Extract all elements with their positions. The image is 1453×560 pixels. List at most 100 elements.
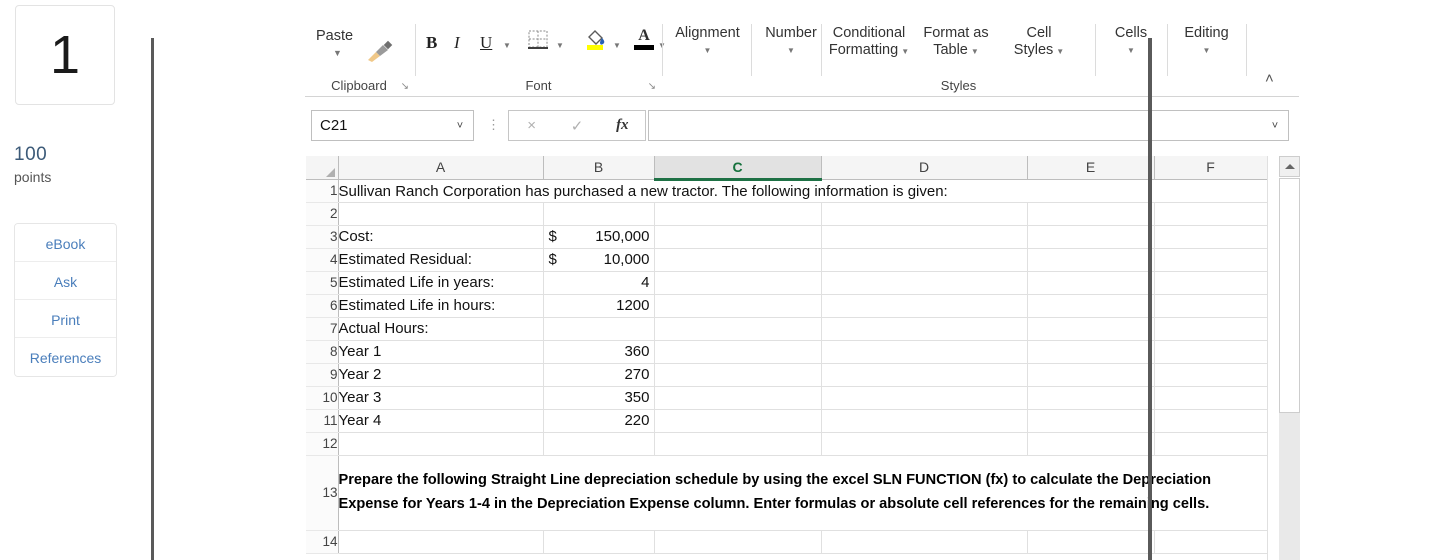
cell-c10[interactable] [654,386,822,410]
formula-bar[interactable]: ˅ [648,110,1289,141]
cell-a12[interactable] [338,432,544,456]
cell-f7[interactable] [1154,317,1268,341]
cell-a3[interactable]: Cost: [338,225,544,249]
cell-f4[interactable] [1154,248,1268,272]
row-header-5[interactable]: 5 [306,271,339,295]
cell-d14[interactable] [821,530,1028,554]
column-header-c[interactable]: C [654,156,822,181]
cell-e14[interactable] [1027,530,1155,554]
column-header-a[interactable]: A [338,156,544,180]
cell-d7[interactable] [821,317,1028,341]
cell-f8[interactable] [1154,340,1268,364]
ask-button[interactable]: Ask [15,262,116,300]
cell-a1[interactable]: Sullivan Ranch Corporation has purchased… [338,179,1268,203]
cells-dropdown-caret[interactable]: ▼ [1097,47,1165,55]
cell-a6[interactable]: Estimated Life in hours: [338,294,544,318]
row-header-3[interactable]: 3 [306,225,339,249]
underline-dropdown-caret[interactable]: ▼ [503,41,511,50]
cell-b5[interactable]: 4 [543,271,655,295]
cell-c2[interactable] [654,202,822,226]
cancel-formula-icon[interactable]: × [509,117,554,134]
cell-a4[interactable]: Estimated Residual: [338,248,544,272]
cell-c7[interactable] [654,317,822,341]
cell-c11[interactable] [654,409,822,433]
cell-e9[interactable] [1027,363,1155,387]
cell-c3[interactable] [654,225,822,249]
row-header-9[interactable]: 9 [306,363,339,387]
cell-b2[interactable] [543,202,655,226]
cell-e10[interactable] [1027,386,1155,410]
row-header-13[interactable]: 13 [306,455,339,531]
cell-b12[interactable] [543,432,655,456]
cell-b14[interactable] [543,530,655,554]
cell-e3[interactable] [1027,225,1155,249]
paste-dropdown-caret[interactable]: ▼ [333,48,342,58]
select-all-corner[interactable] [306,156,339,180]
cell-c14[interactable] [654,530,822,554]
row-header-6[interactable]: 6 [306,294,339,318]
cell-f14[interactable] [1154,530,1268,554]
cell-f10[interactable] [1154,386,1268,410]
number-dropdown-caret[interactable]: ▼ [753,47,829,55]
insert-function-icon[interactable]: fx [600,117,645,134]
ribbon-group-alignment[interactable]: Alignment ▼ [665,0,750,96]
scroll-up-arrow-icon[interactable] [1279,156,1300,177]
formula-bar-expand-caret-icon[interactable]: ˅ [1262,120,1288,132]
scrollbar-thumb[interactable] [1279,178,1300,413]
cell-styles-button[interactable]: Cell Styles ▼ [997,25,1081,60]
cell-a9[interactable]: Year 2 [338,363,544,387]
cell-c8[interactable] [654,340,822,364]
cell-c6[interactable] [654,294,822,318]
column-header-f[interactable]: F [1154,156,1268,180]
row-header-8[interactable]: 8 [306,340,339,364]
cell-a7[interactable]: Actual Hours: [338,317,544,341]
cell-b4[interactable]: $ 10,000 [543,248,655,272]
cell-a13-instructions[interactable]: Prepare the following Straight Line depr… [338,455,1268,531]
collapse-ribbon-icon[interactable]: ˄ [1265,70,1274,87]
cell-e4[interactable] [1027,248,1155,272]
clipboard-dialog-launcher[interactable]: ↘ [401,81,409,92]
cell-e6[interactable] [1027,294,1155,318]
row-header-2[interactable]: 2 [306,202,339,226]
borders-icon[interactable] [528,30,548,54]
row-header-12[interactable]: 12 [306,432,339,456]
cell-d8[interactable] [821,340,1028,364]
row-header-7[interactable]: 7 [306,317,339,341]
ebook-button[interactable]: eBook [15,224,116,262]
cell-d5[interactable] [821,271,1028,295]
references-button[interactable]: References [15,338,116,376]
cell-e12[interactable] [1027,432,1155,456]
cell-b10[interactable]: 350 [543,386,655,410]
cell-f2[interactable] [1154,202,1268,226]
cell-c9[interactable] [654,363,822,387]
cell-d2[interactable] [821,202,1028,226]
confirm-formula-icon[interactable]: ✓ [554,117,599,135]
print-button[interactable]: Print [15,300,116,338]
format-as-table-button[interactable]: Format as Table ▼ [915,25,997,60]
cell-b9[interactable]: 270 [543,363,655,387]
cell-d4[interactable] [821,248,1028,272]
column-header-d[interactable]: D [821,156,1028,180]
cell-b8[interactable]: 360 [543,340,655,364]
scrollbar-track[interactable] [1279,413,1300,560]
cell-c5[interactable] [654,271,822,295]
cell-a14[interactable] [338,530,544,554]
cell-f3[interactable] [1154,225,1268,249]
fill-color-dropdown-caret[interactable]: ▼ [613,41,621,50]
cell-a8[interactable]: Year 1 [338,340,544,364]
cell-d6[interactable] [821,294,1028,318]
editing-dropdown-caret[interactable]: ▼ [1169,47,1244,55]
cell-d10[interactable] [821,386,1028,410]
fill-color-icon[interactable] [585,28,607,57]
underline-button[interactable]: U [480,33,492,53]
cell-b7[interactable] [543,317,655,341]
row-header-11[interactable]: 11 [306,409,339,433]
conditional-formatting-button[interactable]: Conditional Formatting ▼ [823,25,915,60]
cell-a10[interactable]: Year 3 [338,386,544,410]
cell-b11[interactable]: 220 [543,409,655,433]
cell-e7[interactable] [1027,317,1155,341]
font-color-icon[interactable]: A [633,27,655,50]
cell-a5[interactable]: Estimated Life in years: [338,271,544,295]
row-header-1[interactable]: 1 [306,179,339,203]
formula-bar-handle[interactable]: ⋮ [487,117,500,133]
